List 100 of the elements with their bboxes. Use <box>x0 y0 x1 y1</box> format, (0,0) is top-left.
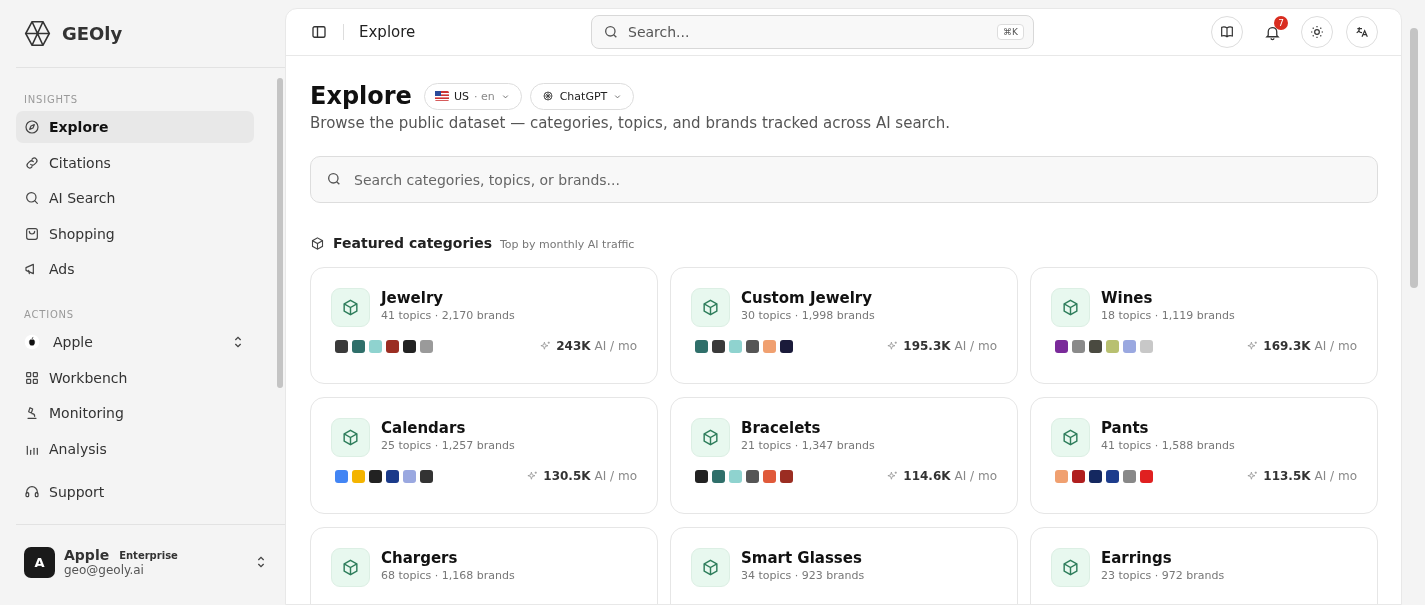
notifications-button[interactable]: 7 <box>1256 16 1288 48</box>
docs-button[interactable] <box>1211 16 1243 48</box>
sparkle-icon <box>886 339 900 353</box>
page-title: Explore <box>310 82 412 110</box>
sparkle-icon <box>526 469 540 483</box>
nav-item[interactable]: Workbench <box>16 361 254 394</box>
traffic-unit: AI / mo <box>1314 469 1357 483</box>
category-stats: 41 topics · 1,588 brands <box>1101 439 1235 452</box>
category-card[interactable]: Jewelry 41 topics · 2,170 brands 243K AI / mo <box>310 267 658 384</box>
traffic-value: 195.3K <box>903 339 951 353</box>
category-card[interactable]: Bracelets 21 topics · 1,347 brands 114.6K AI / mo <box>670 397 1018 514</box>
traffic-unit: AI / mo <box>1314 339 1357 353</box>
category-name: Pants <box>1101 419 1150 437</box>
nav-icon <box>24 225 40 242</box>
avatar: A <box>24 546 55 578</box>
sparkle-icon <box>886 469 900 483</box>
category-card[interactable]: Chargers 68 topics · 1,168 brands <box>310 527 658 604</box>
category-name: Chargers <box>381 549 459 567</box>
headset-icon <box>24 484 40 500</box>
nav-icon <box>24 119 40 135</box>
cube-icon <box>331 288 370 327</box>
logo-icon <box>23 19 52 48</box>
traffic-unit: AI / mo <box>954 339 997 353</box>
sparkle-icon <box>1246 469 1260 483</box>
flag-icon <box>434 90 449 102</box>
cube-icon <box>1051 548 1090 587</box>
shortcut-hint: ⌘K <box>997 24 1024 40</box>
model-select[interactable]: ChatGPT <box>529 82 635 110</box>
category-stats: 30 topics · 1,998 brands <box>741 309 875 322</box>
account-name: Apple <box>64 547 110 563</box>
category-name: Jewelry <box>381 289 445 307</box>
category-stats: 41 topics · 2,170 brands <box>381 309 515 322</box>
app-name: GEOly <box>62 23 123 44</box>
category-name: Wines <box>1101 289 1154 307</box>
nav-item[interactable]: Citations <box>16 146 254 179</box>
category-stats: 25 topics · 1,257 brands <box>381 439 515 452</box>
sparkle-icon <box>1246 339 1260 353</box>
category-card[interactable]: Pants 41 topics · 1,588 brands 113.5K AI / mo <box>1030 397 1378 514</box>
category-card[interactable]: Wines 18 topics · 1,119 brands 169.3K AI / mo <box>1030 267 1378 384</box>
category-stats: 18 topics · 1,119 brands <box>1101 309 1235 322</box>
flower-icon <box>540 90 555 102</box>
sidebar-toggle-icon[interactable] <box>310 23 328 41</box>
traffic-unit: AI / mo <box>594 339 637 353</box>
plan-label: Enterprise <box>119 549 178 561</box>
page-description: Browse the public dataset — categories, topics, and brands tracked across AI search. <box>310 114 951 132</box>
nav-icon <box>24 154 40 171</box>
apple-icon <box>24 334 40 350</box>
translate-icon <box>1354 24 1370 40</box>
nav-item[interactable]: Monitoring <box>16 397 254 429</box>
traffic-value: 113.5K <box>1263 469 1311 483</box>
breadcrumb: Explore <box>359 23 417 41</box>
sun-icon <box>1309 24 1325 40</box>
search-icon <box>603 24 619 40</box>
translate-button[interactable] <box>1346 16 1378 48</box>
category-name: Calendars <box>381 419 467 437</box>
nav-item[interactable]: Analysis <box>16 432 254 465</box>
category-stats: 34 topics · 923 brands <box>741 569 865 582</box>
notification-badge: 7 <box>1274 16 1288 30</box>
cube-icon <box>331 548 370 587</box>
nav-item[interactable]: Support <box>16 476 254 508</box>
brand-switcher[interactable]: Apple <box>16 326 254 358</box>
region-select[interactable]: US · en <box>423 82 522 110</box>
account-email: geo@geoly.ai <box>64 563 145 577</box>
traffic-unit: AI / mo <box>594 469 637 483</box>
nav-item[interactable]: Shopping <box>16 217 254 250</box>
cube-icon <box>310 235 325 251</box>
category-card[interactable]: Smart Glasses 34 topics · 923 brands <box>670 527 1018 604</box>
section-heading: INSIGHTS <box>23 93 79 107</box>
cube-icon <box>691 548 730 587</box>
traffic-unit: AI / mo <box>954 469 997 483</box>
search-field[interactable]: Search categories, topics, or brands... <box>310 156 1378 203</box>
category-name: Smart Glasses <box>741 549 863 567</box>
nav-item[interactable]: Explore <box>16 111 254 143</box>
traffic-value: 243K <box>556 339 591 353</box>
cube-icon <box>331 418 370 457</box>
cube-icon <box>1051 288 1090 327</box>
traffic-value: 169.3K <box>1263 339 1311 353</box>
search-icon <box>326 171 342 187</box>
nav-item[interactable]: Ads <box>16 253 254 285</box>
category-stats: 68 topics · 1,168 brands <box>381 569 515 582</box>
category-stats: 21 topics · 1,347 brands <box>741 439 875 452</box>
category-name: Earrings <box>1101 549 1173 567</box>
category-card[interactable]: Calendars 25 topics · 1,257 brands 130.5K AI / mo <box>310 397 658 514</box>
cube-icon <box>1051 418 1090 457</box>
book-icon <box>1219 24 1235 40</box>
category-name: Custom Jewelry <box>741 289 874 307</box>
category-card[interactable]: Earrings 23 topics · 972 brands <box>1030 527 1378 604</box>
nav-item[interactable]: AI Search <box>16 182 254 214</box>
category-card[interactable]: Custom Jewelry 30 topics · 1,998 brands 195.3K AI / mo <box>670 267 1018 384</box>
category-name: Bracelets <box>741 419 822 437</box>
sparkle-icon <box>539 339 553 353</box>
traffic-value: 130.5K <box>543 469 591 483</box>
category-stats: 23 topics · 972 brands <box>1101 569 1225 582</box>
scrollbar-thumb[interactable] <box>1409 28 1418 288</box>
nav-icon <box>24 190 40 206</box>
theme-button[interactable] <box>1301 16 1333 48</box>
section-title: Featured categories <box>333 235 492 251</box>
nav-icon <box>24 405 40 421</box>
scrollbar-thumb[interactable] <box>277 78 283 388</box>
section-subtitle: Top by monthly AI traffic <box>500 238 635 251</box>
